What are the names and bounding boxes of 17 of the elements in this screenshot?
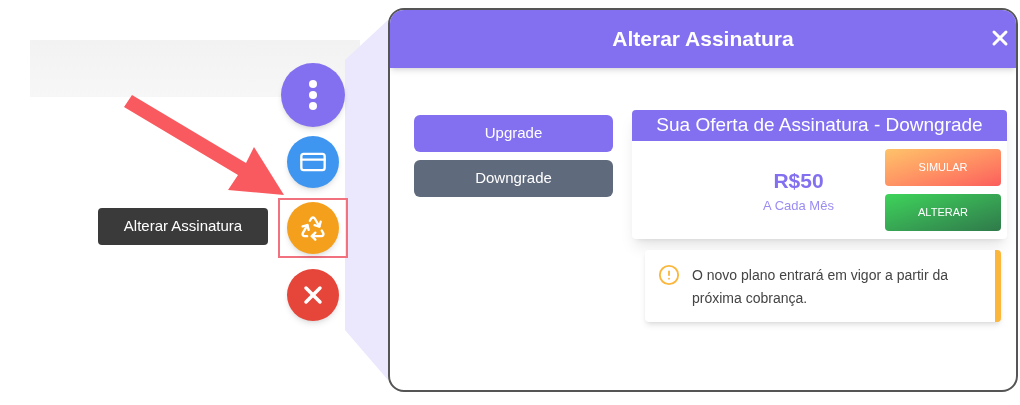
offer-title: Sua Oferta de Assinatura - Downgrade (632, 110, 1007, 141)
more-icon (309, 80, 317, 110)
fab-button[interactable] (287, 136, 339, 188)
plan-tab[interactable]: Upgrade (414, 115, 613, 152)
fab-button[interactable] (287, 202, 339, 254)
tooltip: Alterar Assinatura (98, 208, 268, 245)
billing-period: A Cada Mês (763, 197, 834, 215)
fab-button[interactable] (281, 63, 345, 127)
notice-text: O novo plano entrará em vigor a partir da próxima cobrança. (692, 266, 950, 308)
fab-button[interactable] (287, 269, 339, 321)
recycle-icon (299, 214, 327, 242)
action-button[interactable]: SIMULAR (885, 149, 1001, 186)
plan-tab[interactable]: Downgrade (414, 160, 613, 197)
action-button[interactable]: ALTERAR (885, 194, 1001, 231)
warning-icon (658, 264, 680, 286)
price: R$50 (773, 167, 824, 194)
modal-title: Alterar Assinatura (612, 26, 794, 53)
